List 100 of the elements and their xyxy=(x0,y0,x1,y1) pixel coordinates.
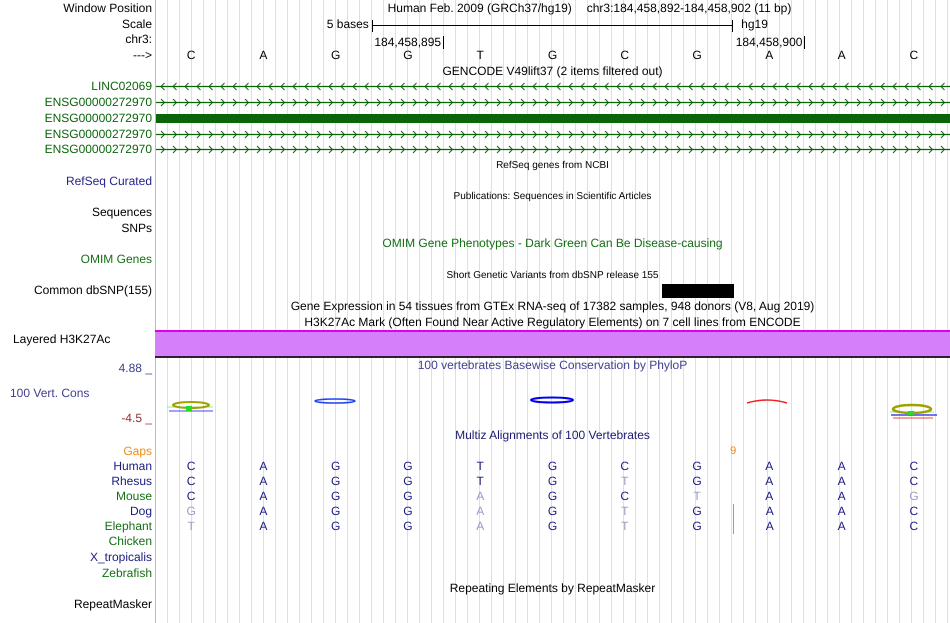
base-letter: C xyxy=(910,459,918,474)
track-title: Multiz Alignments of 100 Vertebrates xyxy=(455,428,650,442)
base-letter: G xyxy=(548,489,558,504)
track-label[interactable]: Zebrafish xyxy=(102,566,152,580)
base-letter: T xyxy=(621,504,628,520)
track-label[interactable]: Dog xyxy=(130,504,152,518)
base-letter: A xyxy=(733,504,806,520)
track-label[interactable]: Layered H3K27Ac xyxy=(13,332,110,346)
track-title: OMIM Gene Phenotypes - Dark Green Can Be Disease-causing xyxy=(382,236,723,250)
track-label[interactable]: Chicken xyxy=(108,534,152,548)
base-letter: A xyxy=(259,504,268,520)
base-letter: G xyxy=(692,504,702,520)
base-letter: G xyxy=(331,459,340,474)
base-letter: T xyxy=(476,48,484,64)
position-text: chr3:184,458,892-184,458,902 (11 bp) xyxy=(586,1,792,17)
base-letter: A xyxy=(733,519,806,534)
base-letter: C xyxy=(620,489,630,504)
base-letter: A xyxy=(838,474,846,490)
base-letter: G xyxy=(403,459,413,474)
track-label[interactable]: ENSG00000272970 xyxy=(44,142,152,156)
track-title: Repeating Elements by RepeatMasker xyxy=(450,581,656,596)
track-title: 100 vertebrates Basewise Conservation by PhyloP xyxy=(418,358,688,372)
base-letter: G xyxy=(403,519,413,534)
base-letter: G xyxy=(403,474,413,490)
base-letter: T xyxy=(187,519,195,534)
base-letter: G xyxy=(548,504,558,520)
position-tick-label: 184,458,900 xyxy=(736,36,806,50)
track-label[interactable]: ENSG00000272970 xyxy=(44,126,152,140)
base-letter: A xyxy=(838,519,846,534)
base-letter: G xyxy=(331,489,340,504)
track-label: Window Position xyxy=(63,1,152,15)
base-letter: A xyxy=(259,489,268,504)
base-letter: A xyxy=(476,504,484,520)
base-letter: C xyxy=(186,474,196,490)
track-label: chr3: xyxy=(125,32,152,46)
track-title: H3K27Ac Mark (Often Found Near Active Regulatory Elements) on 7 cell lines from ENCODE xyxy=(304,314,801,329)
base-letter: C xyxy=(620,459,630,474)
base-letter: T xyxy=(693,489,701,504)
axis-max-label: 4.88 _ xyxy=(118,361,152,376)
base-letter: G xyxy=(403,48,413,64)
base-letter: A xyxy=(259,519,268,534)
track-label[interactable]: Human xyxy=(113,459,152,474)
track-label: ---> xyxy=(133,48,152,62)
base-letter: C xyxy=(910,519,918,534)
gene-feature[interactable] xyxy=(156,114,950,123)
track-label[interactable]: Elephant xyxy=(104,519,152,534)
base-letter: G xyxy=(692,519,702,534)
base-letter: G xyxy=(331,48,340,64)
base-letter: G xyxy=(548,459,558,474)
track-label: Scale xyxy=(122,16,152,31)
base-letter: G xyxy=(909,489,919,504)
assembly-label: hg19 xyxy=(740,16,769,32)
track-label[interactable]: ENSG00000272970 xyxy=(44,95,152,110)
base-letter: T xyxy=(621,519,628,534)
base-letter: T xyxy=(476,474,484,490)
base-letter: C xyxy=(910,504,918,520)
track-label[interactable]: OMIM Genes xyxy=(80,252,152,266)
variant-bar[interactable] xyxy=(662,284,734,298)
base-letter: T xyxy=(621,474,628,490)
base-letter: G xyxy=(403,489,413,504)
gap-count: 9 xyxy=(730,444,736,460)
track-label[interactable]: Common dbSNP(155) xyxy=(34,283,152,298)
base-letter: G xyxy=(692,459,702,474)
base-letter: A xyxy=(838,48,846,64)
track-title: Gene Expression in 54 tissues from GTEx RNA-seq of 17382 samples, 948 donors (V8, Aug 2019) xyxy=(290,299,814,314)
track-label[interactable]: SNPs xyxy=(121,220,152,235)
base-letter: A xyxy=(838,489,846,504)
base-letter: C xyxy=(910,474,918,490)
base-letter: G xyxy=(548,48,558,64)
base-letter: C xyxy=(910,48,918,64)
base-letter: G xyxy=(331,519,340,534)
track-title: GENCODE V49lift37 (2 items filtered out) xyxy=(442,64,663,78)
track-title: Publications: Sequences in Scientific Articles xyxy=(454,191,652,202)
track-label[interactable]: Sequences xyxy=(92,204,152,219)
base-letter: T xyxy=(476,459,484,474)
assembly-title: Human Feb. 2009 (GRCh37/hg19) xyxy=(388,1,572,17)
base-letter: G xyxy=(692,48,702,64)
base-letter: A xyxy=(476,489,484,504)
track-title: Short Genetic Variants from dbSNP release 155 xyxy=(446,270,658,281)
track-label[interactable]: LINC02069 xyxy=(91,79,152,94)
track-label[interactable]: 100 Vert. Cons xyxy=(0,386,152,402)
position-tick-label: 184,458,895 xyxy=(374,36,444,50)
base-letter: A xyxy=(476,519,484,534)
base-letter: C xyxy=(186,459,196,474)
track-label[interactable]: Rhesus xyxy=(111,474,152,488)
axis-min-label: -4.5 _ xyxy=(120,411,152,426)
base-letter: C xyxy=(186,48,196,64)
track-label[interactable]: X_tropicalis xyxy=(90,550,152,564)
track-label[interactable]: RepeatMasker xyxy=(74,596,152,611)
track-label[interactable]: RefSeq Curated xyxy=(66,174,152,188)
track-label[interactable]: Mouse xyxy=(116,489,152,504)
base-letter: A xyxy=(765,459,774,474)
base-letter: G xyxy=(548,474,558,490)
base-letter: A xyxy=(259,48,268,64)
track-label[interactable]: ENSG00000272970 xyxy=(44,110,152,125)
base-letter: C xyxy=(620,48,630,64)
base-letter: G xyxy=(331,474,340,490)
base-letter: A xyxy=(765,474,774,490)
base-letter: A xyxy=(259,474,268,490)
base-letter: A xyxy=(765,48,774,64)
